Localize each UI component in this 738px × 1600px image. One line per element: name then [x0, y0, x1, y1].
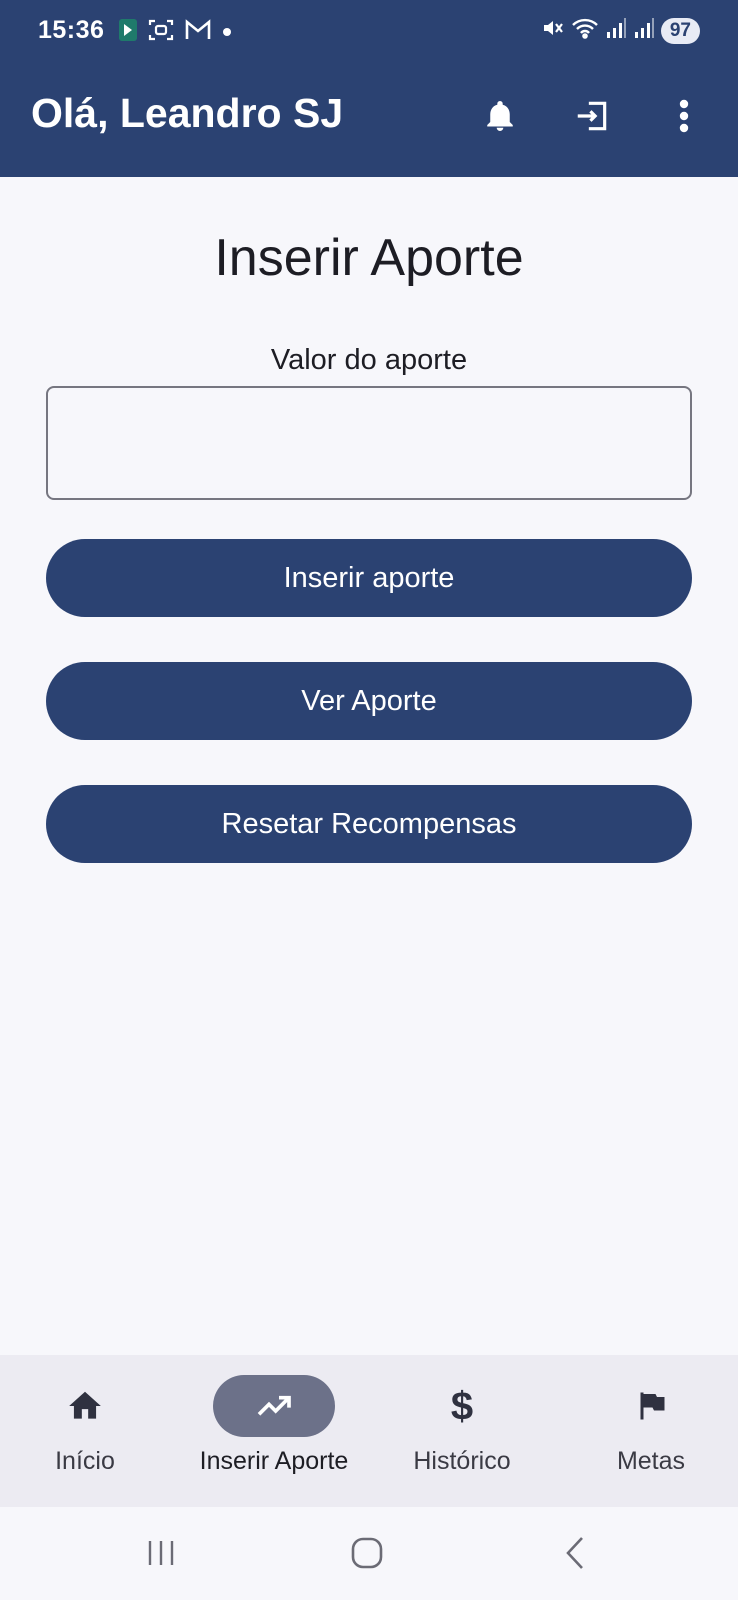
nav-label-goals: Metas — [616, 1447, 686, 1475]
reset-rewards-button[interactable]: Resetar Recompensas — [46, 785, 692, 863]
wifi-icon — [571, 16, 599, 45]
value-field-label: Valor do aporte — [270, 344, 468, 376]
dollar-icon: $ — [451, 1386, 473, 1426]
signal-icon — [605, 17, 627, 44]
more-options-button[interactable] — [660, 92, 708, 140]
notifications-button[interactable] — [476, 92, 524, 140]
screenshot-icon — [148, 18, 174, 47]
app-title: Olá, Leandro SJ — [31, 90, 344, 136]
nav-label-home: Início — [55, 1447, 115, 1475]
nav-item-home[interactable]: Início — [24, 1355, 146, 1507]
nav-item-history[interactable]: $ Histórico — [401, 1355, 523, 1507]
view-contribution-button[interactable]: Ver Aporte — [46, 662, 692, 740]
nav-active-indicator — [213, 1375, 335, 1437]
logout-button[interactable] — [568, 92, 616, 140]
bell-icon — [487, 101, 513, 131]
dot-icon — [222, 24, 232, 42]
nav-item-goals[interactable]: Metas — [590, 1355, 712, 1507]
home-system-button[interactable] — [337, 1529, 397, 1577]
recents-button[interactable] — [131, 1529, 191, 1577]
mute-icon — [541, 16, 565, 45]
screen: 15:36 97 Olá, Leandro SJ Inserir Aporte … — [0, 0, 738, 1600]
bottom-navigation: Início Inserir Aporte $ Histórico Metas — [0, 1355, 738, 1507]
nav-icon-container: $ — [401, 1375, 523, 1437]
home-icon — [69, 1391, 101, 1419]
value-input[interactable] — [46, 386, 692, 500]
gmail-icon — [184, 19, 212, 46]
logout-icon — [577, 101, 607, 131]
signal-icon-2 — [633, 17, 655, 44]
more-vert-icon — [679, 99, 689, 133]
app-bar: Olá, Leandro SJ — [0, 64, 738, 177]
trending-up-icon — [257, 1395, 291, 1416]
recents-icon — [148, 1541, 174, 1565]
nav-icon-container — [24, 1375, 146, 1437]
status-time: 15:36 — [38, 16, 105, 44]
back-icon — [566, 1537, 583, 1569]
notification-icons — [118, 18, 232, 47]
svg-text:$: $ — [451, 1386, 473, 1426]
home-circle-icon — [351, 1537, 383, 1569]
status-bar: 15:36 97 — [0, 0, 738, 64]
page-title: Inserir Aporte — [214, 229, 524, 287]
battery-indicator: 97 — [660, 17, 700, 44]
nav-icon-container — [590, 1375, 712, 1437]
flag-icon — [640, 1392, 665, 1420]
app-notification-icon — [118, 18, 138, 47]
system-navigation-bar — [0, 1507, 738, 1600]
system-status-icons: 97 — [541, 16, 700, 45]
nav-label-insert-contribution: Inserir Aporte — [199, 1447, 349, 1475]
back-button[interactable] — [545, 1529, 605, 1577]
insert-contribution-button[interactable]: Inserir aporte — [46, 539, 692, 617]
nav-label-history: Histórico — [413, 1447, 511, 1475]
nav-item-insert-contribution[interactable]: Inserir Aporte — [181, 1355, 367, 1507]
